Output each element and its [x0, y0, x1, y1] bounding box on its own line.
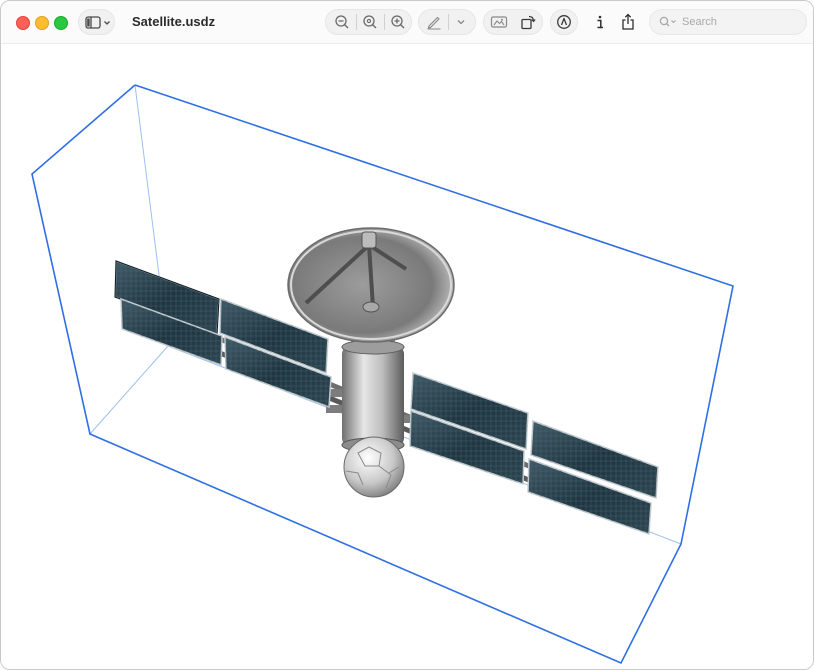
- search-icon: [659, 16, 676, 27]
- model-viewport[interactable]: [1, 44, 813, 669]
- close-button[interactable]: [16, 16, 30, 30]
- sidebar-toggle-button[interactable]: [78, 9, 115, 35]
- right-solar-array: [409, 371, 659, 536]
- dish-antenna: [287, 227, 455, 343]
- pencil-icon: [427, 16, 441, 30]
- chevron-down-icon: [457, 20, 465, 25]
- toolbar-separator: [356, 14, 357, 30]
- ar-scene-icon: [490, 16, 508, 28]
- share-icon: [622, 13, 634, 30]
- maximize-button[interactable]: [54, 16, 68, 30]
- zoom-in-button[interactable]: [387, 9, 409, 35]
- preview-window: Satellite.usdz Search: [0, 0, 814, 670]
- share-button[interactable]: [617, 9, 639, 35]
- rotate-button[interactable]: [517, 9, 539, 35]
- sidebar-icon: [85, 16, 110, 29]
- rotate-icon: [521, 15, 536, 30]
- info-icon: [597, 15, 603, 29]
- search-placeholder: Search: [682, 16, 717, 28]
- zoom-out-icon: [335, 15, 349, 29]
- toolbar-separator: [448, 14, 449, 30]
- search-field[interactable]: Search: [649, 9, 807, 35]
- info-button[interactable]: [589, 9, 611, 35]
- zoom-out-button[interactable]: [331, 9, 353, 35]
- markup-button[interactable]: [423, 9, 445, 35]
- satellite-body: [341, 333, 405, 498]
- minimize-button[interactable]: [35, 16, 49, 30]
- scene-mode-button[interactable]: [488, 9, 510, 35]
- zoom-in-icon: [391, 15, 405, 29]
- markup-circle-icon: [557, 15, 571, 29]
- markup-menu-button[interactable]: [452, 9, 470, 35]
- window-title: Satellite.usdz: [132, 14, 216, 29]
- annotate-button[interactable]: [553, 9, 575, 35]
- actual-size-button[interactable]: [359, 9, 381, 35]
- toolbar-separator: [384, 14, 385, 30]
- zoom-reset-icon: [363, 15, 377, 29]
- satellite-scene[interactable]: [1, 44, 813, 669]
- title-bar: Satellite.usdz Search: [1, 1, 813, 44]
